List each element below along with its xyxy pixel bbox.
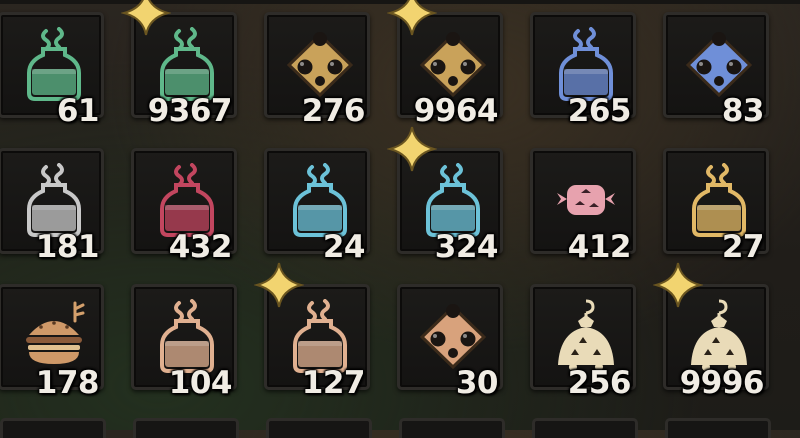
inventory-slot[interactable]: 9367 — [131, 12, 237, 129]
gold-bomb-icon — [286, 32, 354, 98]
inventory-slot[interactable]: 9996 — [663, 284, 769, 401]
inventory-slot[interactable]: 30 — [397, 284, 503, 401]
green-potion-icon — [27, 27, 81, 101]
inventory-slot[interactable]: 324 — [397, 148, 503, 265]
inventory-slot[interactable]: 178 — [0, 284, 104, 401]
gold-bomb-icon — [419, 32, 487, 98]
green-potion-icon — [160, 27, 214, 101]
inventory-slot[interactable]: 83 — [663, 12, 769, 129]
inventory-slot-partial[interactable] — [0, 418, 106, 438]
inventory-slot[interactable]: 127 — [264, 284, 370, 401]
cream-lamp-icon — [691, 299, 747, 371]
red-potion-icon — [160, 163, 214, 237]
inventory-grid: 61 9367 276 9964 265 83 181 432 24 324 4… — [0, 0, 800, 430]
inventory-slot[interactable]: 24 — [264, 148, 370, 265]
tan-potion-icon — [160, 299, 214, 373]
inventory-slot-partial[interactable] — [266, 418, 372, 438]
blue-potion-icon — [559, 27, 613, 101]
inventory-slot-partial[interactable] — [665, 418, 771, 438]
sandwich-icon — [26, 301, 85, 364]
blue-bomb-icon — [685, 32, 753, 98]
cyan-potion-icon — [426, 163, 480, 237]
inventory-slot[interactable]: 27 — [663, 148, 769, 265]
inventory-slot[interactable]: 256 — [530, 284, 636, 401]
inventory-slot[interactable]: 9964 — [397, 12, 503, 129]
inventory-slot-partial[interactable] — [133, 418, 239, 438]
inventory-slot[interactable]: 61 — [0, 12, 104, 129]
inventory-slot[interactable]: 181 — [0, 148, 104, 265]
cyan-potion-icon — [293, 163, 347, 237]
cream-lamp-icon — [558, 299, 614, 371]
inventory-slot[interactable]: 412 — [530, 148, 636, 265]
tan-potion-icon — [293, 299, 347, 373]
yellow-potion-icon — [692, 163, 746, 237]
white-potion-icon — [27, 163, 81, 237]
inventory-slot[interactable]: 104 — [131, 284, 237, 401]
inventory-slot-partial[interactable] — [399, 418, 505, 438]
inventory-slot[interactable]: 276 — [264, 12, 370, 129]
pink-candy-icon — [557, 185, 615, 215]
inventory-slot-partial[interactable] — [532, 418, 638, 438]
inventory-slot[interactable]: 432 — [131, 148, 237, 265]
tan-bomb-icon — [419, 304, 487, 370]
inventory-slot[interactable]: 265 — [530, 12, 636, 129]
